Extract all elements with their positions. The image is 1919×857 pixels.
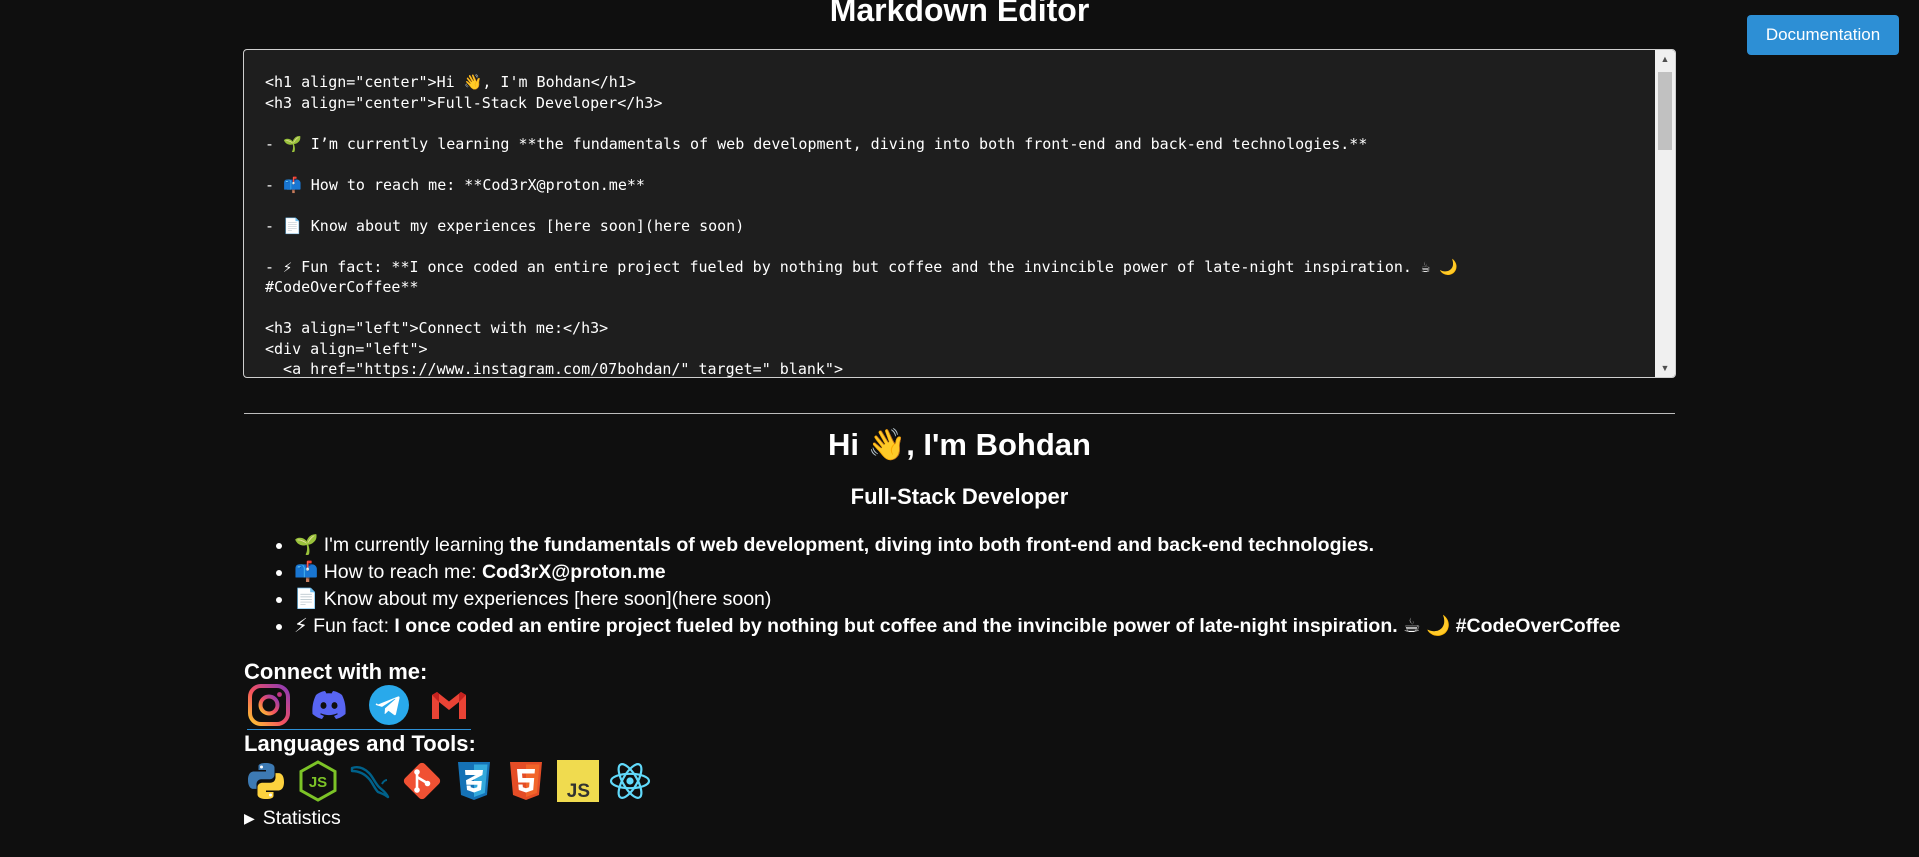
discord-icon[interactable] [307, 683, 351, 727]
scrollbar-thumb[interactable] [1658, 72, 1672, 150]
page-title: Markdown Editor [829, 0, 1090, 28]
preview-list: 🌱 I'm currently learning the fundamental… [244, 532, 1734, 640]
app-root: Markdown Editor Documentation <h1 align=… [0, 0, 1919, 857]
divider [244, 413, 1675, 414]
editor-scrollbar[interactable]: ▲ ▼ [1655, 50, 1675, 377]
social-links [247, 683, 471, 730]
markdown-editor[interactable]: <h1 align="center">Hi 👋, I'm Bohdan</h1>… [243, 49, 1676, 378]
tools-heading: Languages and Tools: [244, 731, 476, 756]
instagram-icon[interactable] [247, 683, 291, 727]
gmail-icon[interactable] [427, 683, 471, 727]
list-item: ⚡ Fun fact: I once coded an entire proje… [294, 613, 1734, 640]
css3-icon[interactable] [452, 759, 496, 803]
statistics-label[interactable]: Statistics [263, 806, 341, 830]
html5-icon[interactable] [504, 759, 548, 803]
lightning-icon: ⚡ [294, 615, 308, 637]
svg-text:JS: JS [309, 774, 327, 791]
tools-icons: JS JS [244, 759, 652, 803]
preview-subheading: Full-Stack Developer [850, 484, 1069, 509]
mysql-icon[interactable] [348, 759, 392, 803]
page-icon: 📄 [294, 588, 319, 610]
seedling-icon: 🌱 [294, 534, 319, 556]
editor-textarea[interactable]: <h1 align="center">Hi 👋, I'm Bohdan</h1>… [244, 50, 1655, 377]
disclosure-triangle-icon[interactable]: ▶ [244, 806, 255, 830]
scroll-down-icon[interactable]: ▼ [1655, 359, 1675, 377]
telegram-icon[interactable] [367, 683, 411, 727]
javascript-icon[interactable]: JS [556, 759, 600, 803]
nodejs-icon[interactable]: JS [296, 759, 340, 803]
python-icon[interactable] [244, 759, 288, 803]
list-item: 📄 Know about my experiences [here soon](… [294, 586, 1734, 613]
statistics-details-toggle[interactable]: ▶ Statistics [244, 806, 341, 830]
list-item: 📫 How to reach me: Cod3rX@proton.me [294, 559, 1734, 586]
react-icon[interactable] [608, 759, 652, 803]
connect-heading: Connect with me: [244, 659, 428, 684]
list-item: 🌱 I'm currently learning the fundamental… [294, 532, 1734, 559]
svg-text:JS: JS [567, 781, 590, 802]
mailbox-icon: 📫 [294, 561, 319, 583]
documentation-button[interactable]: Documentation [1747, 15, 1899, 55]
scroll-up-icon[interactable]: ▲ [1655, 50, 1675, 68]
preview-heading: Hi 👋, I'm Bohdan [828, 427, 1091, 462]
git-icon[interactable] [400, 759, 444, 803]
